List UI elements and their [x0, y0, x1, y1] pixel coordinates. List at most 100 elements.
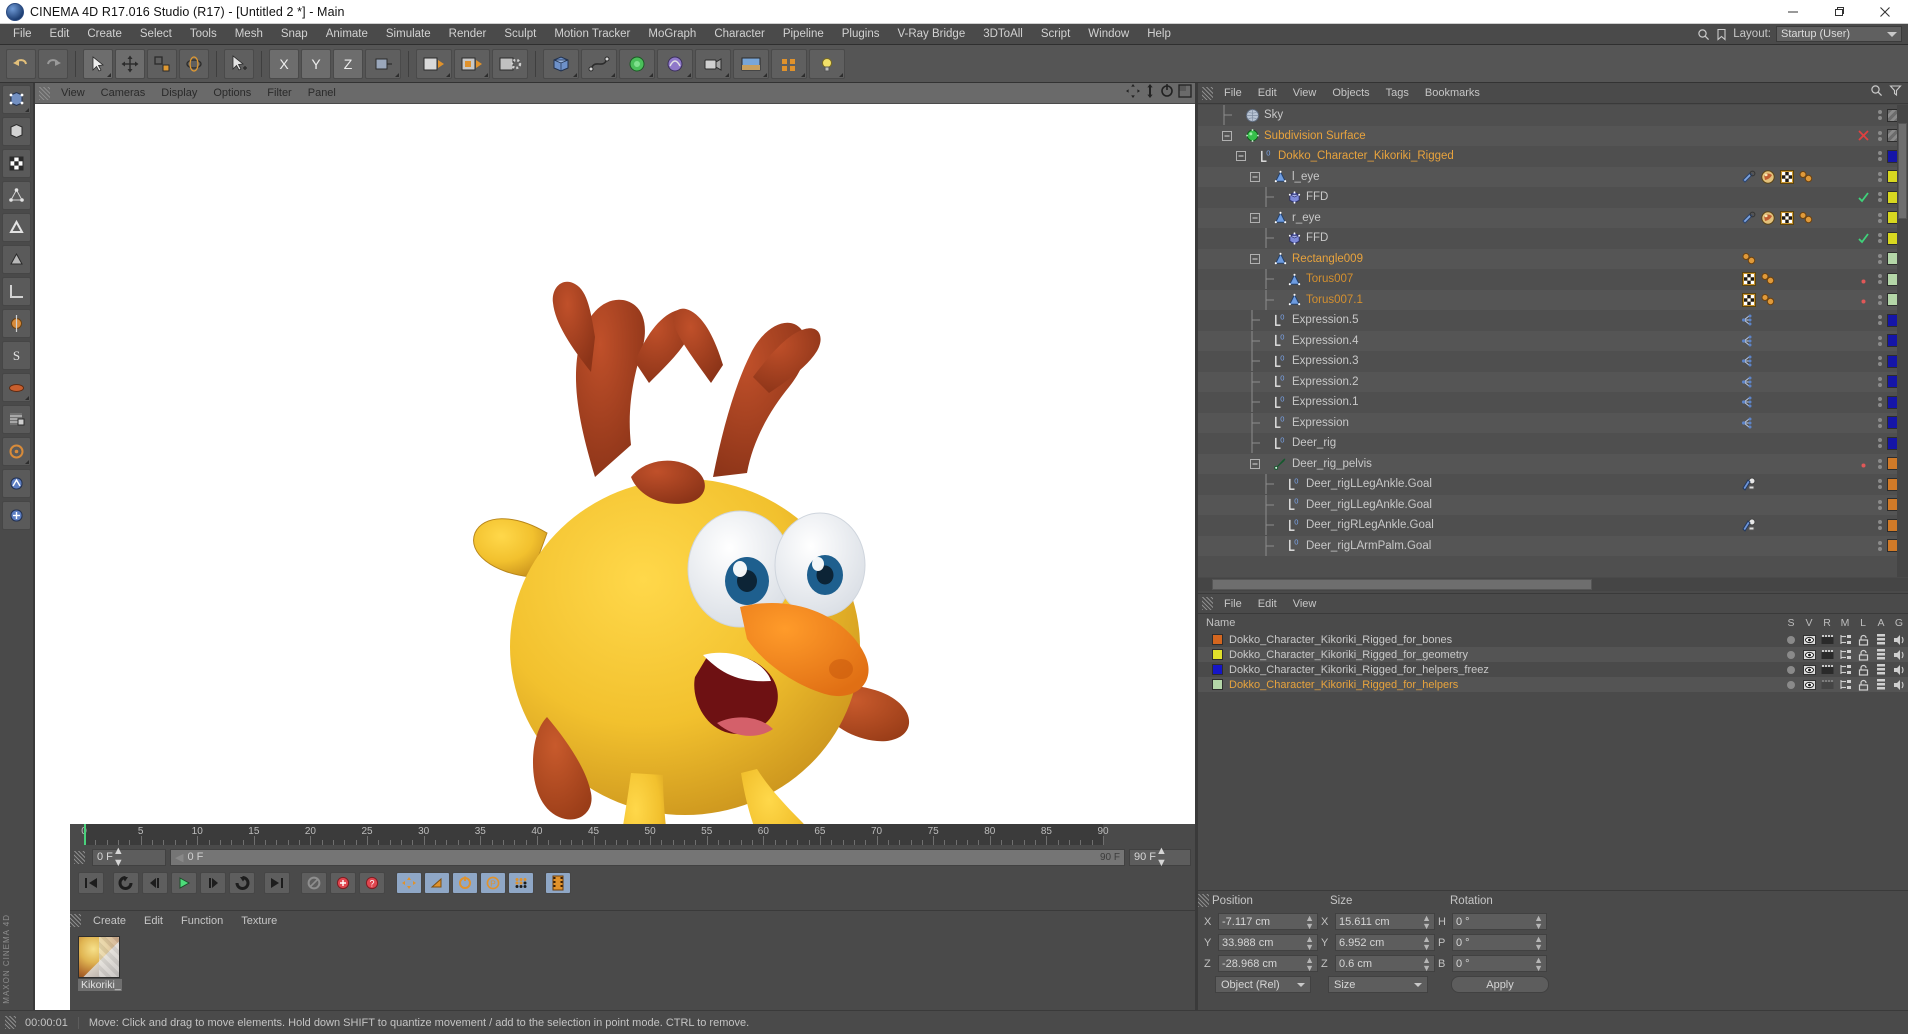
object-state-marker[interactable] — [1853, 192, 1873, 203]
layer-menu-edit[interactable]: Edit — [1250, 597, 1285, 611]
visibility-dots[interactable] — [1873, 458, 1887, 469]
material-menu-create[interactable]: Create — [84, 914, 135, 928]
phong-tag[interactable] — [1760, 292, 1776, 308]
xpresso-tag[interactable] — [1741, 312, 1757, 328]
visibility-dots[interactable] — [1873, 479, 1887, 490]
bookmark-icon[interactable] — [1715, 28, 1728, 41]
xpresso-tag[interactable] — [1741, 394, 1757, 410]
layer-render-toggle[interactable] — [1818, 663, 1836, 676]
menu-item-select[interactable]: Select — [131, 26, 181, 42]
layer-animation-toggle[interactable] — [1872, 633, 1890, 646]
size-x-field[interactable]: 15.611 cm ▲ ▼ — [1335, 913, 1435, 930]
object-row[interactable]: 0 Deer_rigLLegAnkle.Goal — [1198, 474, 1908, 495]
menu-item-character[interactable]: Character — [705, 26, 774, 42]
layer-color-swatch[interactable] — [1212, 664, 1223, 675]
position-z-field[interactable]: -28.968 cm ▲ ▼ — [1218, 955, 1318, 972]
object-row[interactable]: 0 Deer_rigLArmPalm.Goal — [1198, 535, 1908, 556]
phong-tag[interactable] — [1798, 210, 1814, 226]
array-generator-button[interactable] — [619, 48, 655, 79]
viewport-menu-filter[interactable]: Filter — [259, 86, 299, 100]
layer-generator-toggle[interactable] — [1890, 648, 1908, 661]
object-row[interactable]: 0 Expression.5 — [1198, 310, 1908, 331]
object-row[interactable]: 0 Deer_rig — [1198, 433, 1908, 454]
menu-item-simulate[interactable]: Simulate — [377, 26, 440, 42]
menu-item-sculpt[interactable]: Sculpt — [495, 26, 545, 42]
material-menu-texture[interactable]: Texture — [232, 914, 286, 928]
minimize-icon[interactable] — [1770, 0, 1816, 23]
spline-pen-button[interactable] — [581, 48, 617, 79]
cube-primitive-button[interactable] — [543, 48, 579, 79]
object-row[interactable]: 0 Dokko_Character_Kikoriki_Rigged — [1198, 146, 1908, 167]
apply-button[interactable]: Apply — [1451, 976, 1549, 993]
move-gizmo-icon[interactable] — [1126, 83, 1140, 103]
object-state-marker[interactable] — [1853, 130, 1873, 141]
visibility-dots[interactable] — [1873, 171, 1887, 182]
object-menu-objects[interactable]: Objects — [1324, 86, 1377, 100]
menu-item-tools[interactable]: Tools — [181, 26, 226, 42]
layer-generator-toggle[interactable] — [1890, 633, 1908, 646]
layer-color-swatch[interactable] — [1212, 679, 1223, 690]
points-mode-button[interactable] — [2, 181, 31, 210]
z-axis-button[interactable]: Z — [333, 48, 363, 79]
autokeying-button[interactable] — [330, 872, 356, 894]
render-view-button[interactable] — [416, 48, 452, 79]
menu-item-edit[interactable]: Edit — [41, 26, 79, 42]
panel-grip-icon-coords[interactable] — [1198, 894, 1209, 907]
menu-item-help[interactable]: Help — [1138, 26, 1180, 42]
layer-row[interactable]: Dokko_Character_Kikoriki_Rigged_for_help… — [1198, 662, 1908, 677]
visibility-dots[interactable] — [1873, 151, 1887, 162]
layer-animation-toggle[interactable] — [1872, 678, 1890, 691]
rotation-h-field[interactable]: 0 ° ▲ ▼ — [1452, 913, 1547, 930]
menu-item-3dtoall[interactable]: 3DToAll — [974, 26, 1032, 42]
rotation-b-field[interactable]: 0 ° ▲ ▼ — [1452, 955, 1547, 972]
object-menu-edit[interactable]: Edit — [1250, 86, 1285, 100]
render-region-button[interactable] — [454, 48, 490, 79]
object-row[interactable]: Sky — [1198, 105, 1908, 126]
viewport-solo-button[interactable]: S — [2, 341, 31, 370]
position-x-field[interactable]: -7.117 cm ▲ ▼ — [1218, 913, 1318, 930]
xpresso-tag[interactable] — [1741, 353, 1757, 369]
object-state-marker[interactable] — [1853, 294, 1873, 305]
visibility-dots[interactable] — [1873, 335, 1887, 346]
visibility-dots[interactable] — [1873, 438, 1887, 449]
visibility-dots[interactable] — [1873, 110, 1887, 121]
step-back-button[interactable] — [142, 872, 168, 894]
go-to-end-button[interactable] — [264, 872, 290, 894]
floor-button[interactable] — [733, 48, 769, 79]
rotation-p-field[interactable]: 0 ° ▲ ▼ — [1452, 934, 1547, 951]
object-row[interactable]: Rectangle009 — [1198, 248, 1908, 269]
viewport-menu-view[interactable]: View — [53, 86, 93, 100]
expander-toggle[interactable] — [1250, 208, 1272, 228]
layer-render-toggle[interactable] — [1818, 633, 1836, 646]
last-tool-button[interactable] — [224, 48, 254, 79]
object-state-marker[interactable] — [1853, 274, 1873, 285]
object-manager-vertical-scrollbar[interactable] — [1897, 105, 1908, 577]
uv-tag[interactable] — [1741, 210, 1757, 226]
visibility-dots[interactable] — [1873, 192, 1887, 203]
layer-solo-toggle[interactable] — [1782, 633, 1800, 646]
keyframe-selection-button[interactable]: ? — [359, 872, 385, 894]
menu-item-mesh[interactable]: Mesh — [226, 26, 272, 42]
search-icon[interactable] — [1870, 84, 1883, 102]
panel-grip-icon-timeline[interactable] — [74, 850, 85, 864]
bend-deformer-button[interactable] — [657, 48, 693, 79]
texture-tag[interactable] — [1779, 210, 1795, 226]
stepper-icon-2[interactable]: ▲ ▼ — [1156, 845, 1167, 869]
enable-axis-button[interactable] — [2, 309, 31, 338]
layer-manager-toggle[interactable] — [1836, 678, 1854, 691]
layer-menu-file[interactable]: File — [1216, 597, 1250, 611]
panel-grip-icon-layer[interactable] — [1202, 597, 1213, 610]
layer-menu-view[interactable]: View — [1285, 597, 1325, 611]
visibility-dots[interactable] — [1873, 294, 1887, 305]
menu-item-vray-bridge[interactable]: V-Ray Bridge — [888, 26, 974, 42]
coordinate-mode-select[interactable]: Object (Rel) — [1215, 976, 1311, 993]
expander-toggle[interactable] — [1250, 167, 1272, 187]
timeline-mode-button[interactable] — [545, 872, 571, 894]
menu-item-mograph[interactable]: MoGraph — [639, 26, 705, 42]
object-row[interactable]: Deer_rig_pelvis — [1198, 453, 1908, 474]
rotate-button[interactable] — [179, 48, 209, 79]
quantize-button[interactable] — [2, 469, 31, 498]
visibility-dots[interactable] — [1873, 233, 1887, 244]
stepper-icon[interactable]: ▲ ▼ — [113, 845, 124, 869]
layer-animation-toggle[interactable] — [1872, 648, 1890, 661]
